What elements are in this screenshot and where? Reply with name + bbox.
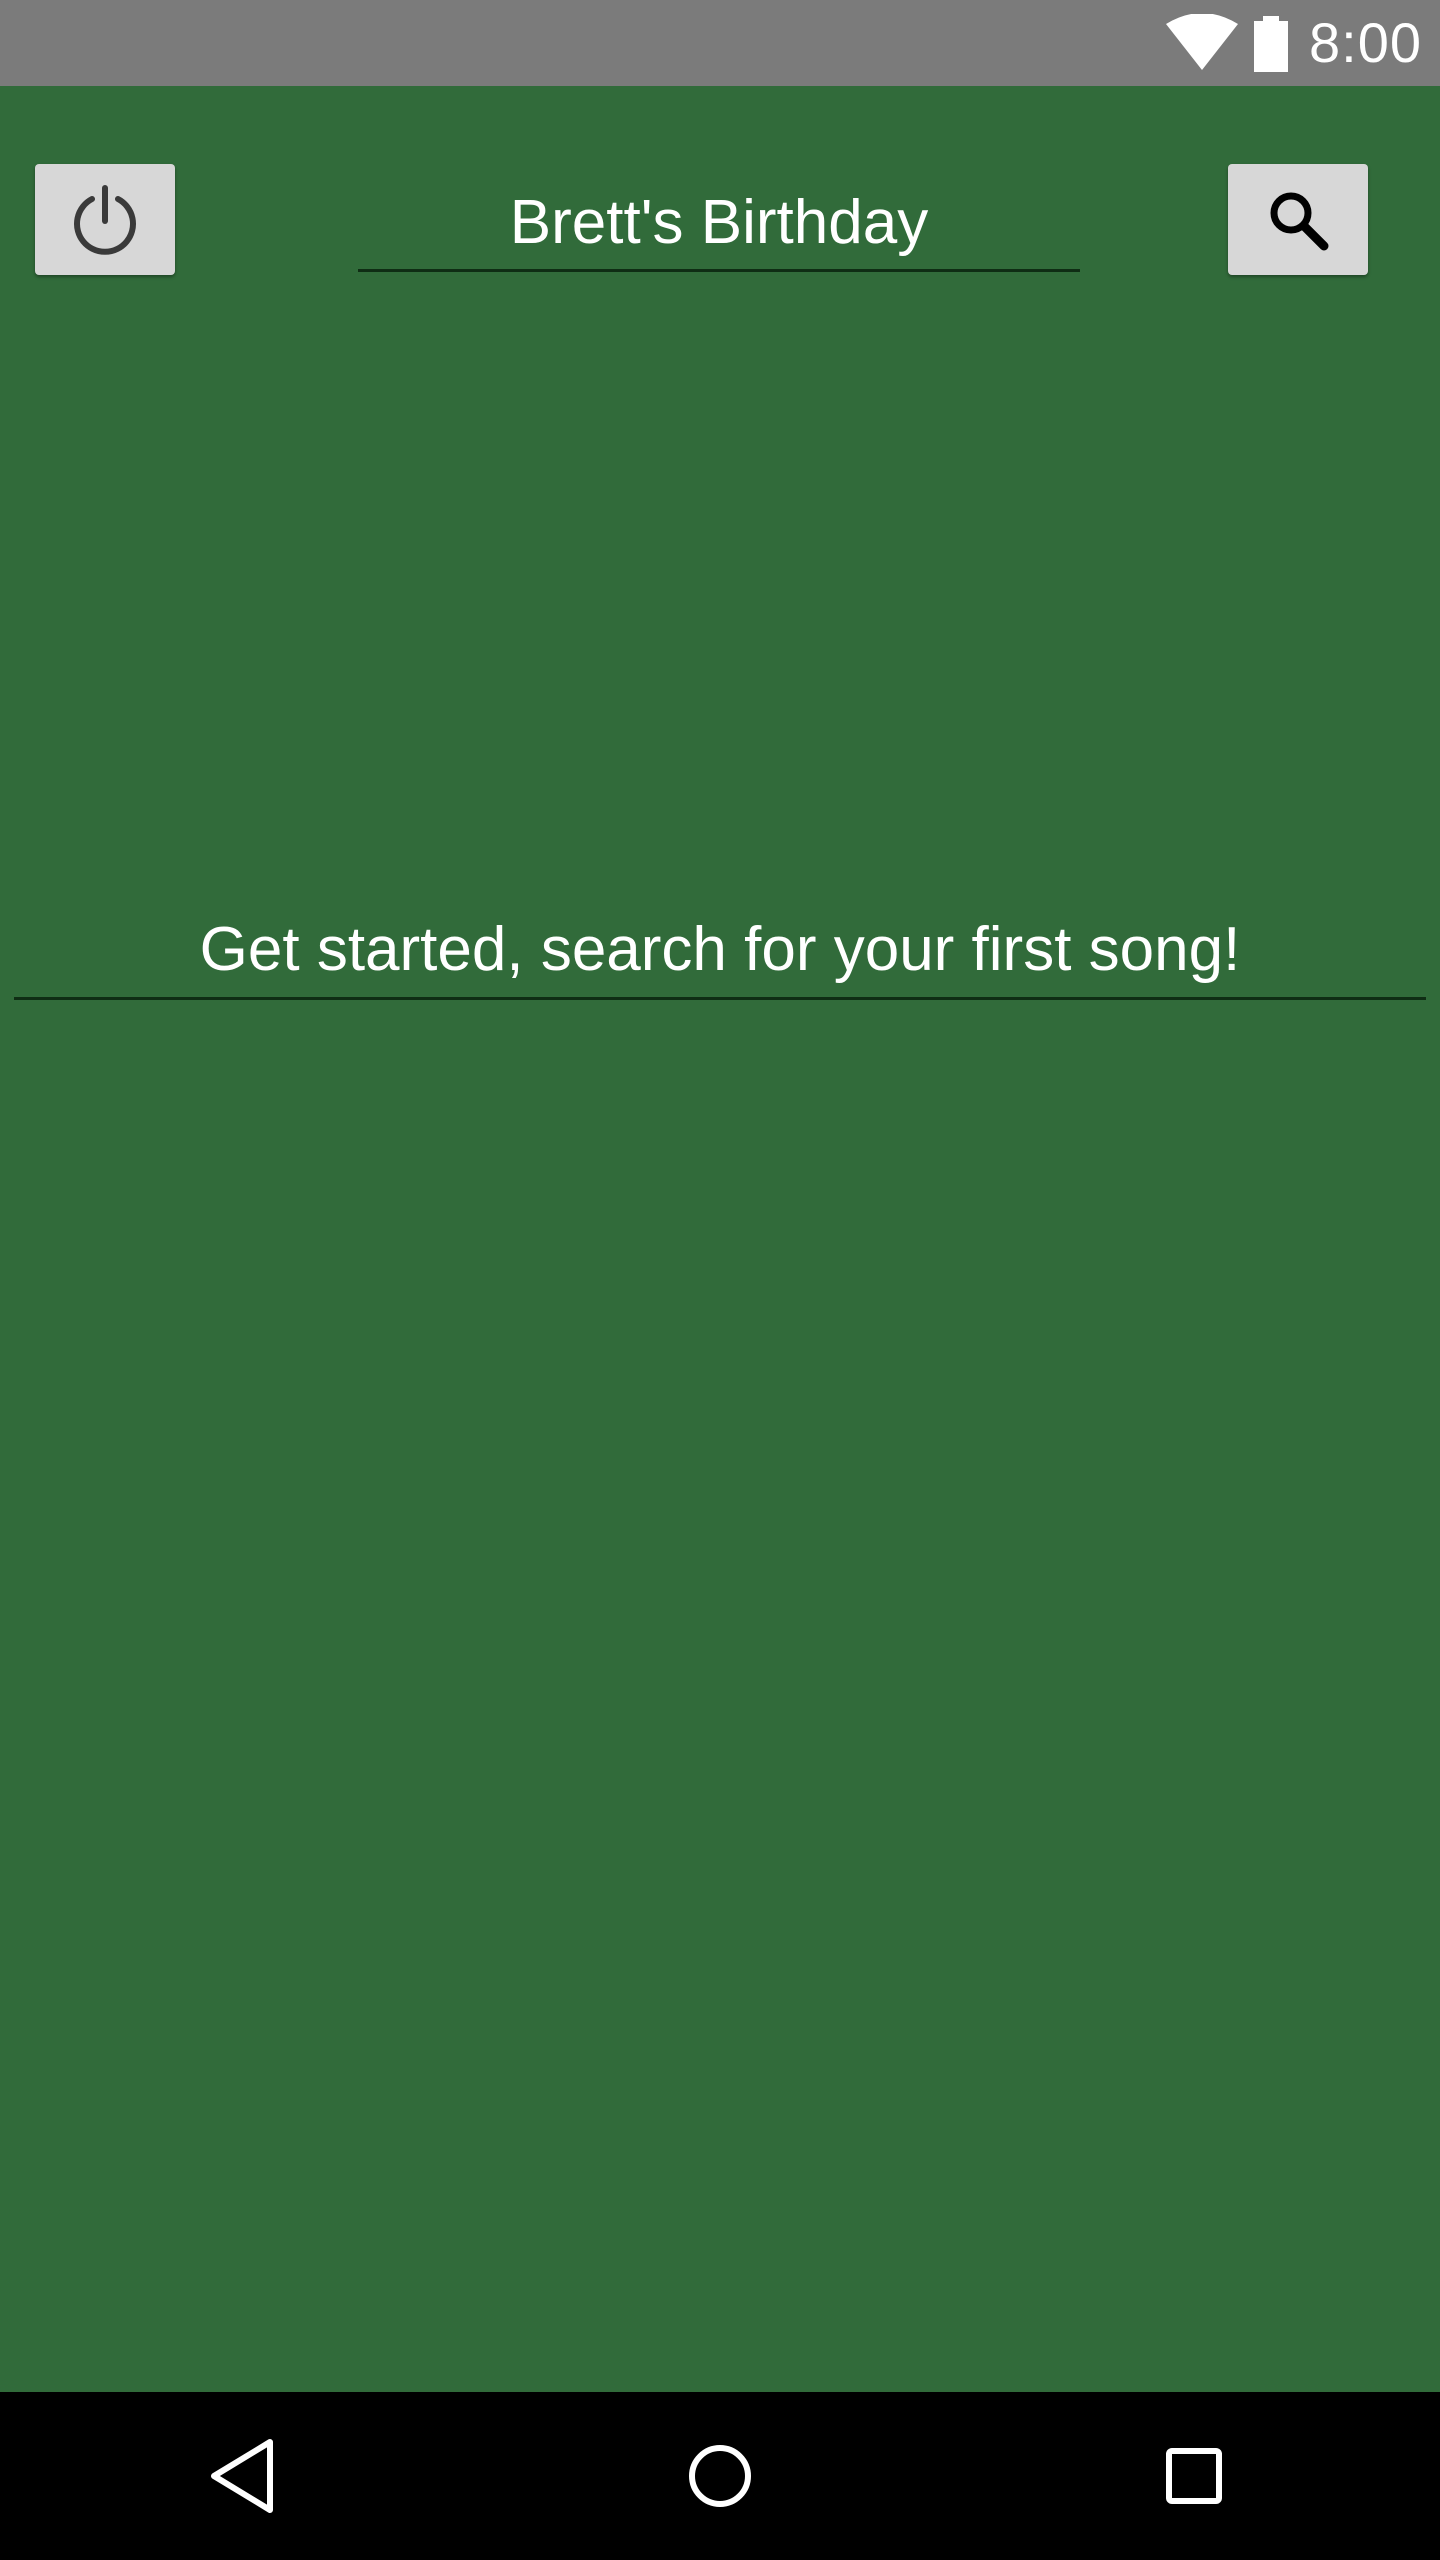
- status-time: 8:00: [1309, 11, 1422, 74]
- back-icon: [211, 2439, 273, 2513]
- empty-state-message: Get started, search for your first song!: [14, 904, 1426, 1000]
- party-name-field[interactable]: Brett's Birthday: [358, 180, 1080, 272]
- power-icon: [74, 184, 136, 255]
- power-button[interactable]: [35, 164, 175, 275]
- search-button[interactable]: [1228, 164, 1368, 275]
- status-bar: 8:00: [0, 0, 1440, 86]
- battery-icon: [1254, 16, 1288, 72]
- recents-button[interactable]: [1144, 2426, 1244, 2526]
- navigation-bar: [0, 2392, 1440, 2560]
- back-button[interactable]: [196, 2426, 296, 2526]
- wifi-icon: [1166, 14, 1238, 70]
- home-button[interactable]: [670, 2426, 770, 2526]
- recents-icon: [1166, 2448, 1222, 2504]
- search-icon: [1270, 192, 1329, 250]
- home-icon: [689, 2445, 751, 2507]
